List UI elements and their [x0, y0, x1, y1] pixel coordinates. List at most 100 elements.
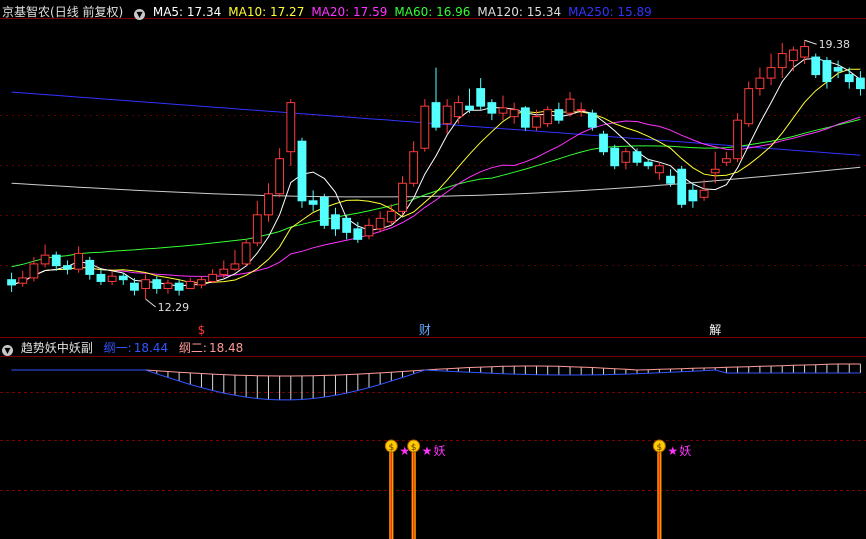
candle-body: [51, 254, 61, 267]
indicator-line1-value: 18.44: [133, 341, 169, 355]
signal-bar-core: [390, 452, 393, 539]
ma20-line: [11, 116, 861, 286]
candle-body: [331, 214, 340, 230]
indicator-line2-label: 纲二:: [178, 341, 207, 355]
candle-body: [152, 279, 162, 289]
candle-body: [275, 158, 285, 195]
candle-body: [856, 77, 865, 90]
indicator-name[interactable]: 趋势妖中妖副: [21, 341, 93, 355]
candle-body: [733, 119, 742, 160]
ma-legend-item: MA60: 16.96: [394, 5, 471, 19]
candle-body: [476, 88, 486, 107]
candle-body: [85, 259, 95, 275]
candle-body: [364, 224, 374, 237]
candle-body: [532, 116, 541, 128]
candle-body: [453, 102, 463, 118]
signal-coin-symbol: $: [411, 443, 417, 453]
candle-body: [163, 282, 173, 289]
ma-legend-item: MA5: 17.34: [152, 5, 222, 19]
signal-coin-symbol: $: [657, 443, 663, 453]
candle-body: [398, 182, 407, 212]
indicator-line1: [11, 369, 861, 401]
candle-body: [766, 67, 776, 79]
candle-body: [308, 200, 318, 205]
candle-body: [185, 280, 195, 289]
event-marker: $: [198, 323, 206, 337]
signal-bar-core: [412, 452, 415, 539]
candle-body: [844, 74, 854, 83]
candle-body: [721, 158, 731, 163]
candle-body: [420, 105, 430, 149]
candle-body: [130, 282, 139, 291]
candle-body: [755, 77, 765, 90]
candle-body: [208, 273, 218, 282]
ma-legend-item: MA250: 15.89: [568, 5, 652, 19]
candle-body: [386, 210, 396, 223]
settings-dropdown-icon[interactable]: ▼: [134, 9, 146, 20]
candle-body: [699, 189, 709, 198]
candle-body: [744, 88, 754, 125]
indicator-line1-label: 纲一:: [103, 341, 132, 355]
chart-canvas[interactable]: 19.3812.29$ 财解$ ★ $ ★ 妖 $ ★ 妖: [0, 0, 866, 539]
candle-body: [632, 151, 642, 163]
candle-body: [353, 228, 363, 240]
candle-body: [241, 242, 251, 265]
candle-body: [610, 147, 620, 167]
candle-body: [197, 279, 206, 286]
candle-body: [565, 98, 575, 114]
candle-body: [788, 49, 798, 62]
candle-body: [174, 282, 184, 291]
candle-body: [409, 151, 419, 184]
candle-body: [107, 275, 117, 282]
candle-body: [252, 214, 262, 244]
min-price-label: 12.29: [158, 301, 190, 314]
candle-body: [688, 189, 698, 202]
candle-body: [18, 277, 28, 284]
candle-body: [543, 109, 553, 125]
candle-body: [487, 102, 497, 114]
candle-body: [230, 263, 240, 270]
chart-period[interactable]: (日线 前复权): [50, 5, 123, 19]
candle-body: [587, 112, 597, 128]
candle-body: [811, 56, 821, 76]
min-pointer: [145, 298, 156, 308]
indicator-line2-value: 18.48: [208, 341, 244, 355]
indicator-dropdown-icon[interactable]: ▼: [2, 345, 13, 356]
signal-label: 妖: [434, 444, 446, 458]
candle-body: [29, 263, 39, 279]
candle-body: [654, 165, 664, 174]
candle-body: [576, 109, 586, 112]
candle-body: [342, 217, 352, 233]
candle-body: [822, 60, 832, 83]
signal-label: 妖: [679, 444, 691, 458]
max-pointer: [804, 39, 817, 45]
candle-body: [96, 273, 106, 282]
max-price-label: 19.38: [819, 38, 851, 51]
candle-body: [219, 268, 229, 275]
ma-legend-item: MA10: 17.27: [228, 5, 305, 19]
signal-coin-symbol: $: [388, 443, 394, 453]
stock-name[interactable]: 京基智农: [2, 5, 50, 19]
candle-body: [286, 102, 296, 153]
candle-body: [40, 254, 50, 265]
candle-body: [442, 105, 452, 125]
candle-body: [375, 217, 385, 230]
candle-body: [520, 107, 530, 128]
candle-body: [465, 105, 474, 111]
candle-body: [643, 161, 653, 167]
price-panel-header: 京基智农(日线 前复权) ▼ MA5: 17.34 MA10: 17.27 MA20…: [2, 3, 659, 21]
candle-body: [7, 279, 16, 286]
signal-star-icon: ★: [667, 444, 678, 458]
candle-body: [666, 175, 675, 184]
candle-body: [677, 168, 687, 205]
candle-body: [319, 196, 329, 226]
signal-star-icon: ★: [422, 444, 433, 458]
indicator-panel-header: ▼ 趋势妖中妖副 纲一: 18.44 纲二: 18.48: [2, 339, 250, 357]
candle-body: [431, 102, 441, 128]
ma-legend-item: MA120: 15.34: [477, 5, 562, 19]
candle-body: [297, 140, 307, 202]
candle-body: [621, 151, 631, 163]
candle-body: [554, 109, 564, 121]
candle-body: [63, 265, 72, 270]
candle-body: [599, 133, 608, 153]
